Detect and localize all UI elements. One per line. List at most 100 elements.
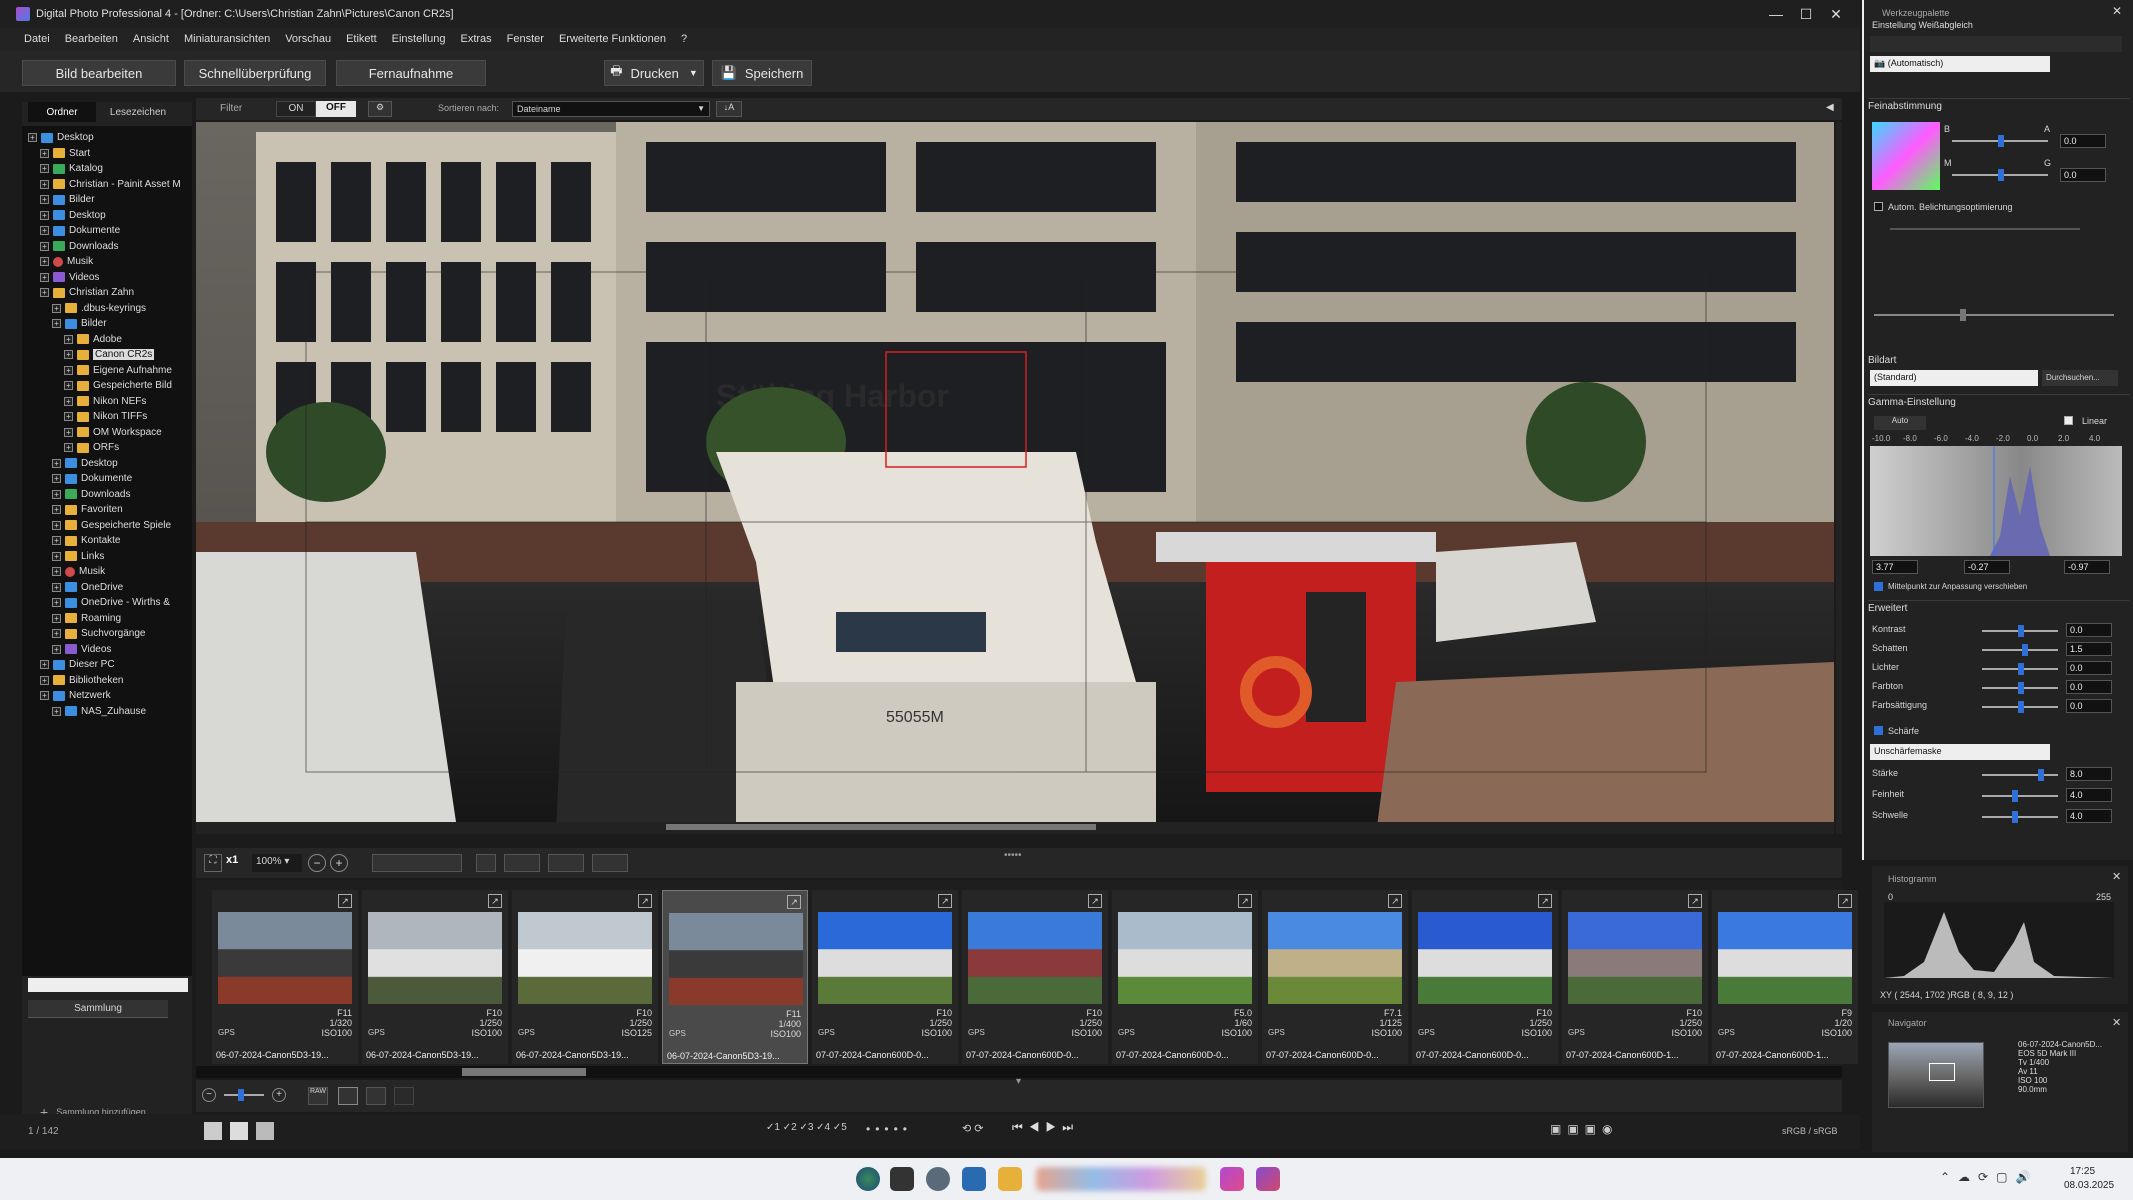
expand-icon[interactable]: +	[52, 629, 61, 638]
expand-icon[interactable]: +	[40, 210, 49, 220]
menu-item[interactable]: Fenster	[507, 33, 544, 45]
sort-select[interactable]: Dateiname ▼	[512, 101, 710, 117]
advanced-section[interactable]: Erweitert	[1868, 600, 2130, 616]
zoom-select[interactable]: 100% ▾	[252, 854, 302, 872]
menu-item[interactable]: Erweiterte Funktionen	[559, 33, 666, 45]
brightness-knob[interactable]	[1960, 309, 1966, 321]
expand-icon[interactable]: +	[64, 334, 73, 344]
fine-tune-section[interactable]: Feinabstimmung	[1868, 98, 2130, 114]
expand-icon[interactable]: +	[52, 551, 61, 561]
adjust-slider[interactable]	[1982, 682, 2058, 694]
minimize-button[interactable]: —	[1760, 0, 1792, 28]
adjust-slider[interactable]	[1982, 769, 2058, 781]
tree-node[interactable]: + Eigene Aufnahme	[64, 363, 172, 378]
grid-icon[interactable]	[504, 854, 540, 872]
zoom-out-icon[interactable]: −	[308, 854, 326, 872]
menu-item[interactable]: Datei	[24, 33, 50, 45]
browse-button[interactable]: Durchsuchen...	[2042, 370, 2118, 386]
tree-node[interactable]: + Dokumente	[52, 471, 132, 486]
adjust-slider[interactable]	[1982, 663, 2058, 675]
a-value[interactable]: 0.0	[2060, 134, 2106, 148]
tree-node[interactable]: + Desktop	[28, 130, 94, 145]
sort-order-button[interactable]: ↓A	[716, 101, 742, 117]
adjust-value[interactable]: 0.0	[2066, 623, 2112, 637]
collapse-arrow-icon[interactable]: ◀	[1826, 102, 1834, 113]
tree-node[interactable]: + Roaming	[52, 611, 121, 626]
edit-icon[interactable]: ↗	[787, 895, 801, 909]
info-icon[interactable]	[592, 854, 628, 872]
g-value[interactable]: 0.0	[2060, 168, 2106, 182]
adjust-slider[interactable]	[1982, 790, 2058, 802]
expand-icon[interactable]: +	[40, 257, 49, 266]
grid4-view-icon[interactable]	[366, 1087, 386, 1105]
image-preview[interactable]: Stölting Harbor 55055M	[196, 122, 1834, 834]
tree-node[interactable]: + Christian - Painit Asset M	[40, 177, 181, 192]
taskview-icon[interactable]	[890, 1167, 914, 1191]
edit-icon[interactable]: ↗	[1838, 894, 1852, 908]
edit-image-button[interactable]: Bild bearbeiten	[22, 60, 176, 86]
expand-icon[interactable]: +	[64, 381, 73, 390]
tree-node[interactable]: + Netzwerk	[40, 688, 111, 703]
adjust-value[interactable]: 4.0	[2066, 809, 2112, 823]
adjust-knob[interactable]	[2018, 701, 2024, 713]
collection-tab[interactable]: Sammlung	[28, 1000, 168, 1018]
save-button[interactable]: 💾 Speichern	[712, 60, 812, 86]
sharpness-checkbox[interactable]	[1874, 726, 1883, 735]
tree-node[interactable]: + Dieser PC	[40, 657, 115, 672]
dpp-icon[interactable]	[1220, 1167, 1244, 1191]
filmstrip-scroll-thumb[interactable]	[462, 1068, 586, 1076]
auto-opt-checkbox[interactable]	[1874, 202, 1883, 211]
tree-node[interactable]: + Suchvorgänge	[52, 626, 146, 641]
adjust-value[interactable]: 4.0	[2066, 788, 2112, 802]
single-view-icon[interactable]	[338, 1087, 358, 1105]
tree-node[interactable]: + OneDrive - Wirths &	[52, 595, 170, 610]
tree-node[interactable]: + Nikon NEFs	[64, 394, 146, 409]
tree-node[interactable]: + Links	[52, 549, 104, 564]
raw-icon[interactable]: RAW	[308, 1087, 328, 1105]
remote-shooting-button[interactable]: Fernaufnahme	[336, 60, 486, 86]
expand-icon[interactable]: +	[52, 706, 61, 716]
expand-icon[interactable]: +	[52, 474, 61, 483]
dpp2-icon[interactable]	[1256, 1167, 1280, 1191]
edit-icon[interactable]: ↗	[488, 894, 502, 908]
expand-icon[interactable]: +	[40, 226, 49, 235]
tree-node[interactable]: + Videos	[52, 642, 111, 657]
expand-icon[interactable]: +	[40, 164, 49, 173]
splitter-handle[interactable]: •••••	[1004, 850, 1024, 861]
expand-icon[interactable]: +	[52, 567, 61, 576]
detail-view-icon[interactable]	[256, 1122, 274, 1140]
thumbnail[interactable]: ↗ F10 1/250 ISO125 GPS 06-07-2024-Canon5D3-19…	[512, 890, 658, 1064]
quick-check-button[interactable]: Schnellüberprüfung	[184, 60, 326, 86]
expand-icon[interactable]: +	[40, 691, 49, 700]
collapse-down-icon[interactable]: ▾	[1016, 1076, 1021, 1087]
adjust-knob[interactable]	[2012, 790, 2018, 802]
expand-icon[interactable]: +	[40, 179, 49, 189]
menu-item[interactable]: ?	[681, 33, 687, 45]
af-point-icon[interactable]	[548, 854, 584, 872]
explorer-icon[interactable]	[998, 1167, 1022, 1191]
thumbnail[interactable]: ↗ F5.0 1/60 ISO100 GPS 07-07-2024-Canon600D-0…	[1112, 890, 1258, 1064]
tree-node[interactable]: + Bilder	[40, 192, 95, 207]
expand-icon[interactable]: +	[64, 443, 73, 452]
tree-node[interactable]: + OM Workspace	[64, 425, 162, 440]
folder-tree[interactable]: + Desktop + Start + Katalog + Christian - Paini…	[22, 126, 192, 976]
expand-icon[interactable]: +	[40, 148, 49, 158]
adjust-value[interactable]: 1.5	[2066, 642, 2112, 656]
store-icon[interactable]	[962, 1167, 986, 1191]
menu-item[interactable]: Ansicht	[133, 33, 169, 45]
edit-icon[interactable]: ↗	[1688, 894, 1702, 908]
navigation-buttons[interactable]: ⏮◀▶⏭	[1012, 1120, 1112, 1140]
adjust-value[interactable]: 0.0	[2066, 680, 2112, 694]
adjust-knob[interactable]	[2018, 682, 2024, 694]
settings-icon[interactable]	[926, 1167, 950, 1191]
tree-node[interactable]: + Favoriten	[52, 502, 123, 517]
menu-item[interactable]: Vorschau	[285, 33, 331, 45]
thumbnail[interactable]: ↗ F10 1/250 ISO100 GPS 06-07-2024-Canon5D3-19…	[362, 890, 508, 1064]
tree-node[interactable]: + Gespeicherte Spiele	[52, 518, 171, 533]
adjust-knob[interactable]	[2012, 811, 2018, 823]
tree-node[interactable]: + Musik	[52, 564, 105, 579]
thumbnail[interactable]: ↗ F10 1/250 ISO100 GPS 07-07-2024-Canon600D-1…	[1562, 890, 1708, 1064]
menu-item[interactable]: Miniaturansichten	[184, 33, 270, 45]
expand-icon[interactable]: +	[28, 133, 37, 142]
expand-icon[interactable]: +	[64, 412, 73, 421]
